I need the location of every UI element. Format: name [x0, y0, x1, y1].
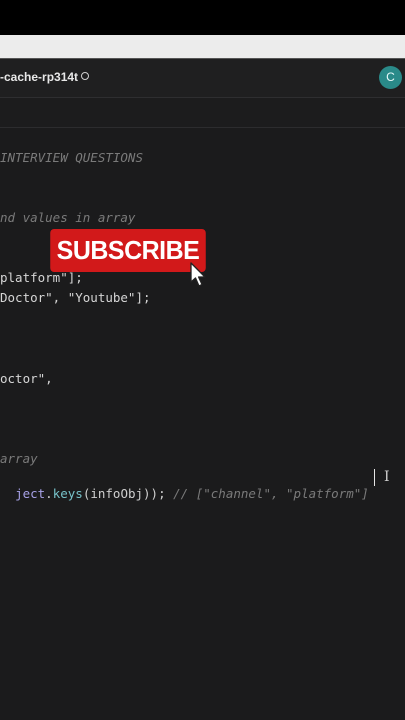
comment-line-array: array [0, 451, 38, 466]
comment-line-subtitle: nd values in array [0, 210, 136, 225]
subscribe-button[interactable]: SUBSCRIBE [50, 229, 206, 272]
top-black-band [0, 0, 405, 35]
code-args-token: (infoObj)); [82, 486, 166, 501]
code-dot-token: . [45, 486, 53, 501]
code-line-array-2: Doctor", "Youtube"]; [0, 290, 151, 305]
mouse-pointer-icon [190, 262, 206, 287]
comment-line-title: INTERVIEW QUESTIONS [0, 150, 143, 165]
project-header: -cache-rp314t C [0, 59, 405, 98]
text-cursor-icon: I [384, 469, 390, 485]
avatar[interactable]: C [379, 66, 402, 89]
code-line-object: octor", [0, 371, 53, 386]
code-line-array-1: platform"]; [0, 270, 83, 285]
code-result-comment: // ["channel", "platform"] [173, 486, 369, 501]
code-line-object-keys: ject.keys(infoObj)); // ["channel", "pla… [0, 471, 369, 501]
code-keys-token: keys [52, 486, 83, 501]
code-object-token: ject [15, 486, 46, 501]
browser-address-bar[interactable] [0, 35, 405, 58]
project-name[interactable]: -cache-rp314t [0, 70, 78, 84]
text-caret [374, 469, 375, 486]
globe-icon[interactable] [81, 72, 89, 80]
editor-toolbar [0, 98, 405, 128]
